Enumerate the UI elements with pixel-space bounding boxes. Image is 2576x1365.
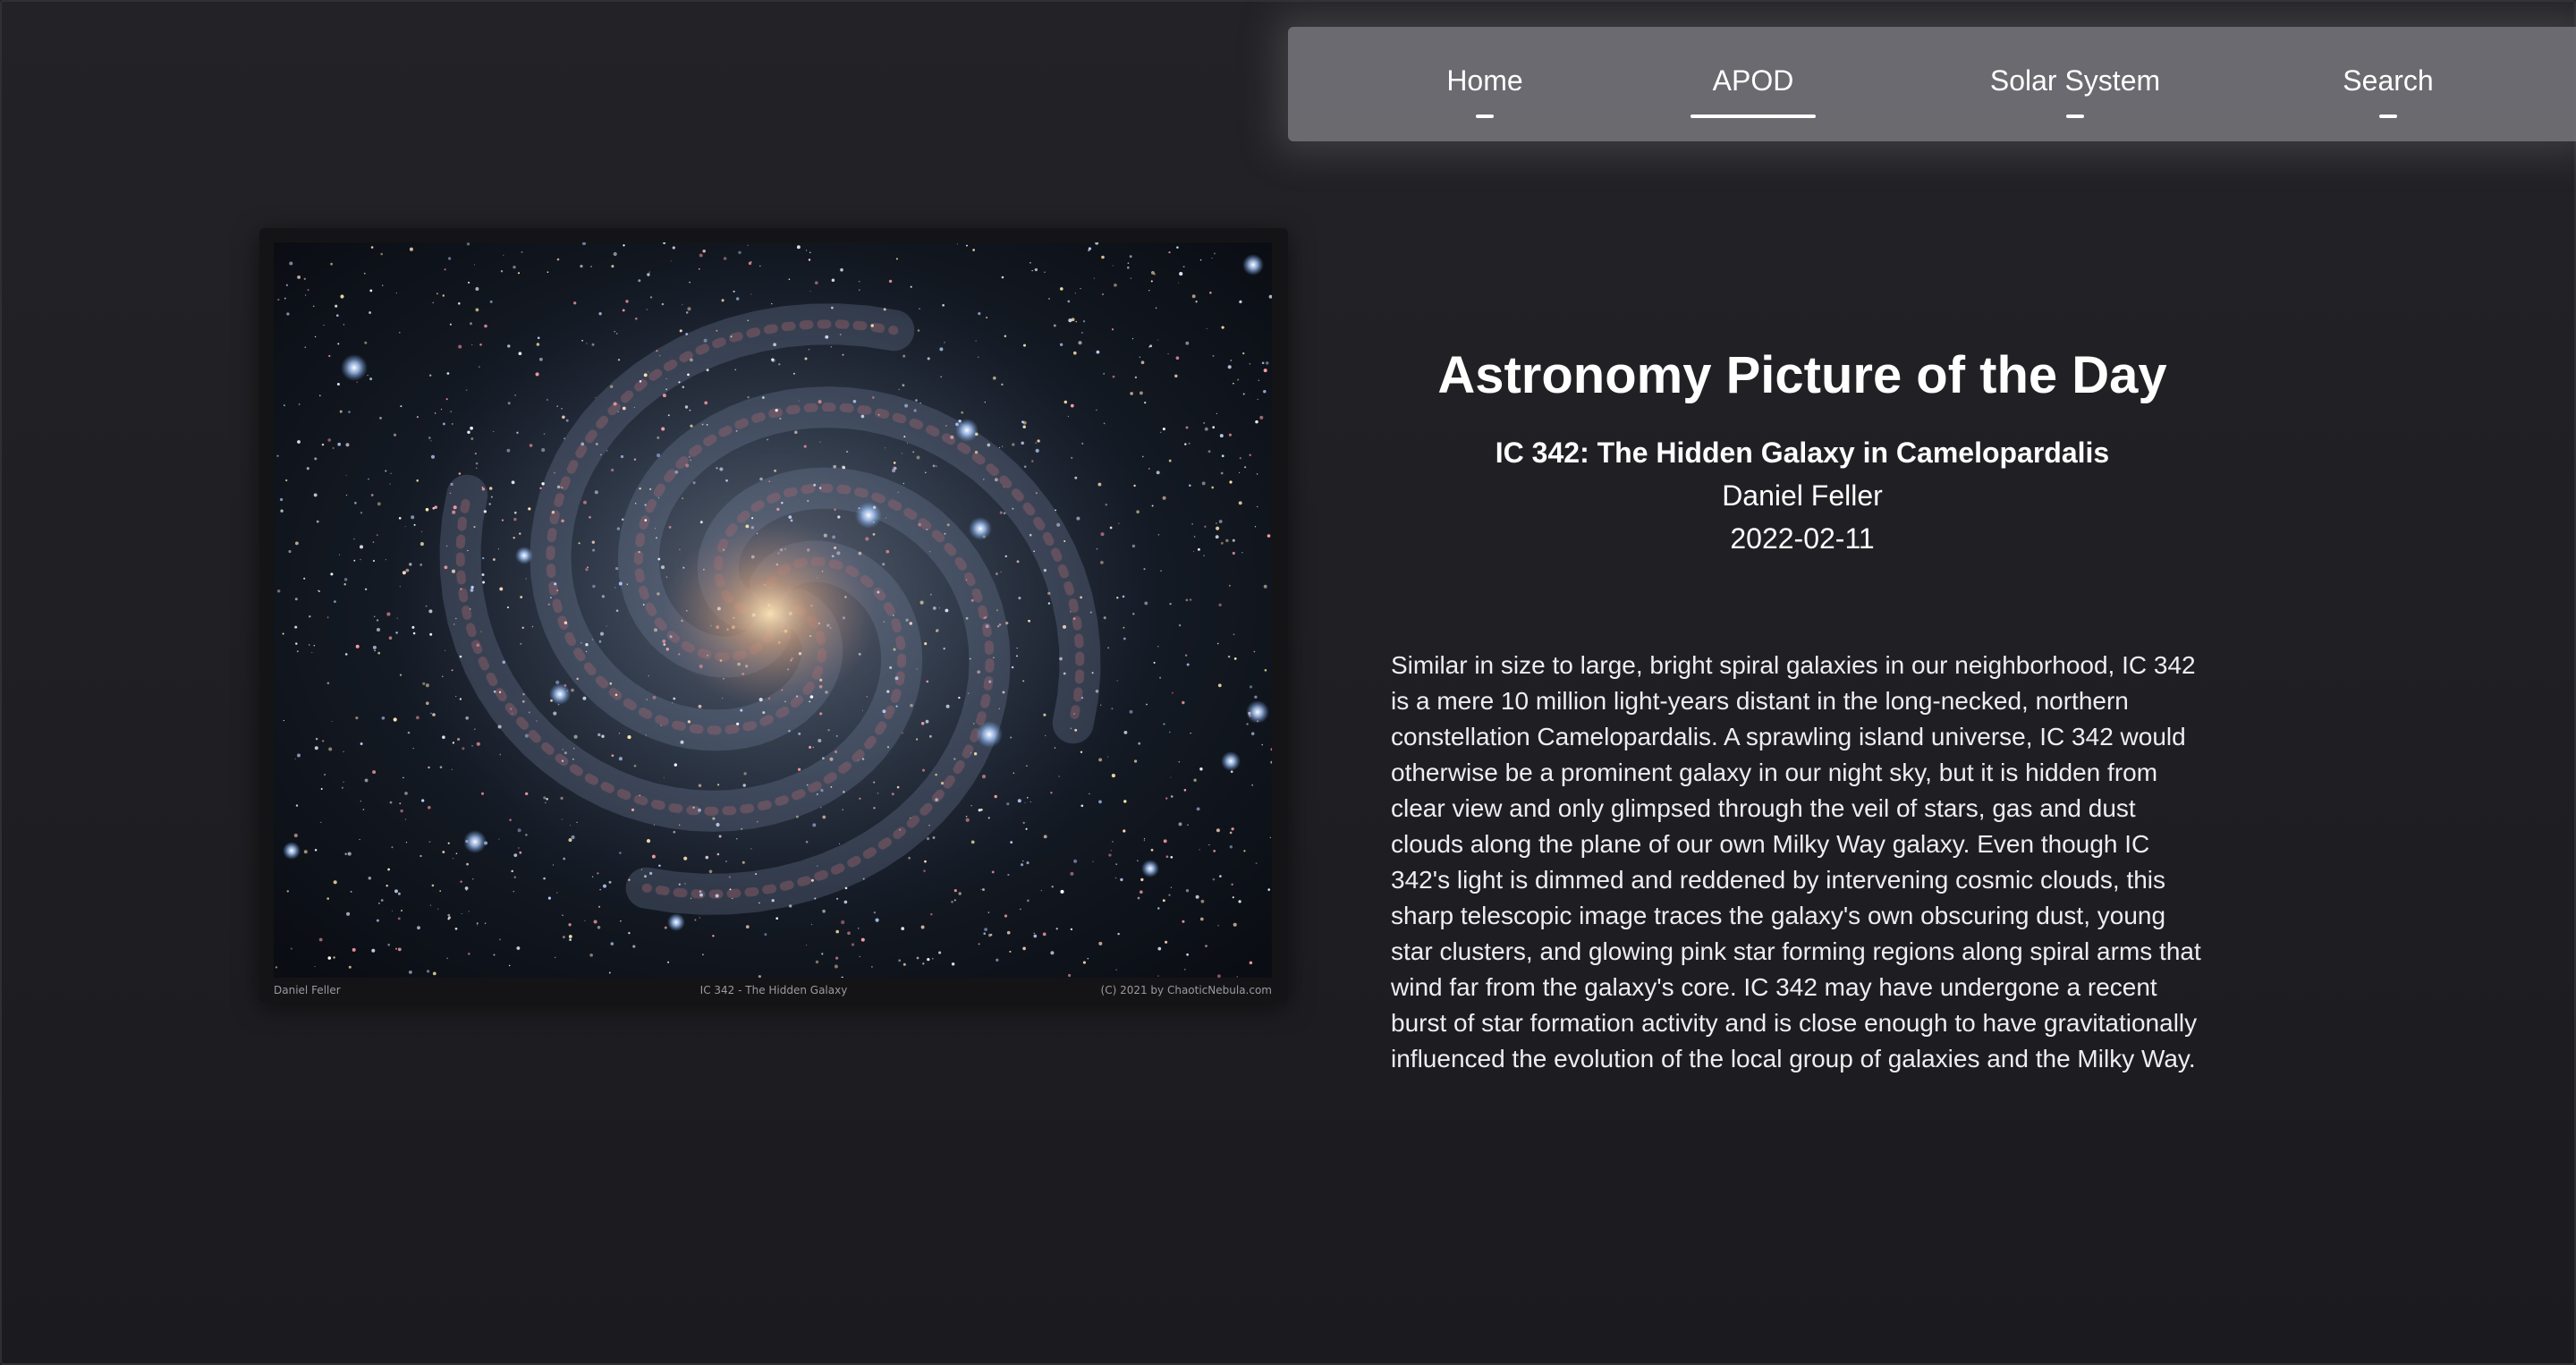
- nav-item-label: Home: [1446, 64, 1523, 97]
- nav-item-home[interactable]: Home: [1395, 27, 1574, 141]
- nav-item-label: APOD: [1712, 64, 1794, 97]
- nav-item-label: Search: [2343, 64, 2434, 97]
- nav-item-label: Solar System: [1989, 64, 2161, 97]
- nav-item-solar-system[interactable]: Solar System: [1950, 27, 2200, 141]
- page-title: Astronomy Picture of the Day: [1437, 346, 2167, 404]
- apod-explanation: Similar in size to large, bright spiral …: [1391, 651, 2201, 1072]
- apod-meta: IC 342: The Hidden Galaxy in Cameloparda…: [1391, 431, 2214, 560]
- image-credit-right: (C) 2021 by ChaoticNebula.com: [1100, 984, 1272, 996]
- nav-active-underline: [1690, 114, 1816, 118]
- nav-item-search[interactable]: Search: [2299, 27, 2478, 141]
- apod-galaxy-image: [274, 242, 1272, 978]
- apod-title: IC 342: The Hidden Galaxy in Cameloparda…: [1495, 437, 2110, 469]
- nav-underline: [1476, 114, 1494, 118]
- apod-image-card: Daniel Feller IC 342 - The Hidden Galaxy…: [259, 228, 1288, 1002]
- nav-underline: [2379, 114, 2397, 118]
- nav-underline: [2066, 114, 2084, 118]
- nav-item-apod[interactable]: APOD: [1664, 27, 1843, 141]
- apod-date: 2022-02-11: [1730, 522, 1875, 555]
- apod-content: Astronomy Picture of the Day IC 342: The…: [1391, 340, 2214, 1102]
- apod-author: Daniel Feller: [1722, 479, 1883, 512]
- main-nav: Home APOD Solar System Search: [1288, 27, 2576, 141]
